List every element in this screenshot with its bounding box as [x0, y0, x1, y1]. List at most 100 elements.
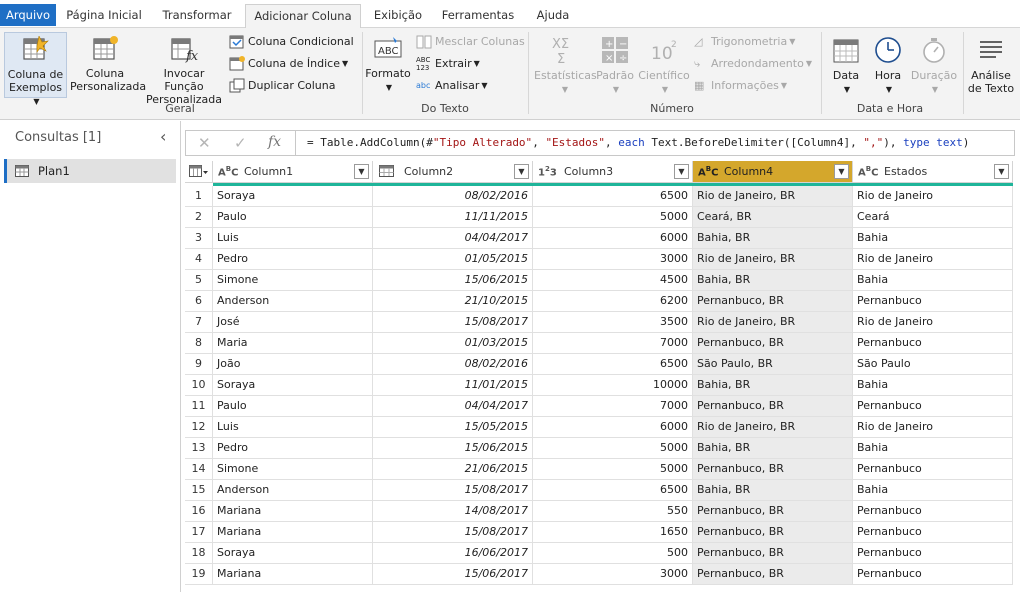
- cell-column2[interactable]: 21/06/2015: [373, 459, 533, 480]
- hora-button[interactable]: Hora ▼: [869, 32, 907, 96]
- cell-column2[interactable]: 14/08/2017: [373, 501, 533, 522]
- column-header-estados[interactable]: ABC Estados ▼: [853, 161, 1013, 183]
- cell-column4[interactable]: São Paulo, BR: [693, 354, 853, 375]
- cell-column1[interactable]: Mariana: [213, 522, 373, 543]
- row-number[interactable]: 9: [185, 354, 213, 375]
- cell-column3[interactable]: 7000: [533, 333, 693, 354]
- data-button[interactable]: Data ▼: [827, 32, 865, 96]
- table-menu-button[interactable]: [185, 161, 213, 183]
- cell-column1[interactable]: Paulo: [213, 207, 373, 228]
- row-number[interactable]: 3: [185, 228, 213, 249]
- cell-column1[interactable]: Simone: [213, 459, 373, 480]
- cell-column3[interactable]: 500: [533, 543, 693, 564]
- trigonometria-button[interactable]: ◿ Trigonometria ▼: [694, 32, 795, 52]
- cell-column3[interactable]: 3500: [533, 312, 693, 333]
- row-number[interactable]: 14: [185, 459, 213, 480]
- mesclar-colunas-button[interactable]: Mesclar Colunas: [416, 32, 525, 52]
- cell-column4[interactable]: Pernanbuco, BR: [693, 522, 853, 543]
- cell-column3[interactable]: 550: [533, 501, 693, 522]
- cancel-icon[interactable]: ✕: [198, 134, 211, 152]
- cell-column3[interactable]: 6200: [533, 291, 693, 312]
- column-header-column3[interactable]: 123 Column3 ▼: [533, 161, 693, 183]
- cientifico-button[interactable]: 10 2 Científico ▼: [637, 32, 691, 96]
- analise-de-texto-button[interactable]: Análise de Texto: [967, 32, 1015, 95]
- cell-column4[interactable]: Pernanbuco, BR: [693, 333, 853, 354]
- cell-column2[interactable]: 08/02/2016: [373, 354, 533, 375]
- cell-column2[interactable]: 08/02/2016: [373, 186, 533, 207]
- cell-column4[interactable]: Rio de Janeiro, BR: [693, 249, 853, 270]
- cell-estados[interactable]: Rio de Janeiro: [853, 417, 1013, 438]
- arredondamento-button[interactable]: ⤷ Arredondamento ▼: [694, 54, 812, 74]
- filter-dropdown-icon[interactable]: ▼: [994, 164, 1009, 179]
- cell-column1[interactable]: Maria: [213, 333, 373, 354]
- cell-column1[interactable]: João: [213, 354, 373, 375]
- cell-column4[interactable]: Bahia, BR: [693, 375, 853, 396]
- cell-column1[interactable]: Mariana: [213, 501, 373, 522]
- cell-column4[interactable]: Pernanbuco, BR: [693, 543, 853, 564]
- cell-estados[interactable]: Pernanbuco: [853, 333, 1013, 354]
- column-header-column4[interactable]: ABC Column4 ▼: [693, 161, 853, 183]
- duracao-button[interactable]: Duração ▼: [909, 32, 959, 96]
- cell-column2[interactable]: 11/11/2015: [373, 207, 533, 228]
- cell-estados[interactable]: Rio de Janeiro: [853, 249, 1013, 270]
- cell-column1[interactable]: Soraya: [213, 186, 373, 207]
- cell-estados[interactable]: Rio de Janeiro: [853, 312, 1013, 333]
- row-number[interactable]: 13: [185, 438, 213, 459]
- cell-column1[interactable]: Soraya: [213, 543, 373, 564]
- cell-column2[interactable]: 04/04/2017: [373, 228, 533, 249]
- cell-column1[interactable]: Pedro: [213, 249, 373, 270]
- padrao-button[interactable]: + − × ÷ Padrão ▼: [594, 32, 636, 96]
- cell-column4[interactable]: Bahia, BR: [693, 270, 853, 291]
- cell-column4[interactable]: Rio de Janeiro, BR: [693, 417, 853, 438]
- cell-column1[interactable]: Anderson: [213, 291, 373, 312]
- coluna-de-indice-button[interactable]: Coluna de Índice ▼: [229, 54, 348, 74]
- tab-adicionar-coluna[interactable]: Adicionar Coluna: [245, 4, 361, 29]
- cell-estados[interactable]: Pernanbuco: [853, 459, 1013, 480]
- cell-estados[interactable]: Pernanbuco: [853, 522, 1013, 543]
- filter-dropdown-icon[interactable]: ▼: [834, 164, 849, 179]
- cell-column4[interactable]: Bahia, BR: [693, 438, 853, 459]
- cell-column2[interactable]: 15/08/2017: [373, 480, 533, 501]
- cell-column2[interactable]: 15/08/2017: [373, 522, 533, 543]
- tab-ferramentas[interactable]: Ferramentas: [435, 4, 521, 28]
- informacoes-button[interactable]: ▦ Informações ▼: [694, 76, 787, 96]
- cell-column4[interactable]: Pernanbuco, BR: [693, 459, 853, 480]
- cell-column4[interactable]: Pernanbuco, BR: [693, 396, 853, 417]
- column-header-column1[interactable]: ABC Column1 ▼: [213, 161, 373, 183]
- coluna-personalizada-button[interactable]: Coluna Personalizada: [70, 32, 146, 93]
- cell-column1[interactable]: Mariana: [213, 564, 373, 585]
- row-number[interactable]: 2: [185, 207, 213, 228]
- row-number[interactable]: 8: [185, 333, 213, 354]
- cell-column2[interactable]: 15/06/2015: [373, 270, 533, 291]
- row-number[interactable]: 5: [185, 270, 213, 291]
- function-fx-icon[interactable]: fx: [268, 134, 281, 150]
- filter-dropdown-icon[interactable]: ▼: [514, 164, 529, 179]
- cell-estados[interactable]: Pernanbuco: [853, 564, 1013, 585]
- cell-column1[interactable]: Simone: [213, 270, 373, 291]
- row-number[interactable]: 7: [185, 312, 213, 333]
- cell-column1[interactable]: Soraya: [213, 375, 373, 396]
- cell-estados[interactable]: Pernanbuco: [853, 396, 1013, 417]
- cell-estados[interactable]: Pernanbuco: [853, 543, 1013, 564]
- cell-estados[interactable]: Pernanbuco: [853, 501, 1013, 522]
- row-number[interactable]: 19: [185, 564, 213, 585]
- cell-column3[interactable]: 6500: [533, 186, 693, 207]
- cell-column3[interactable]: 6000: [533, 228, 693, 249]
- cell-column1[interactable]: José: [213, 312, 373, 333]
- row-number[interactable]: 4: [185, 249, 213, 270]
- cell-column1[interactable]: Paulo: [213, 396, 373, 417]
- row-number[interactable]: 11: [185, 396, 213, 417]
- formula-input[interactable]: = Table.AddColumn(#"Tipo Alterado", "Est…: [307, 136, 969, 149]
- cell-column3[interactable]: 4500: [533, 270, 693, 291]
- analisar-button[interactable]: abc Analisar ▼: [416, 76, 488, 96]
- cell-column4[interactable]: Pernanbuco, BR: [693, 291, 853, 312]
- invocar-funcao-button[interactable]: fx Invocar Função Personalizada: [144, 32, 224, 106]
- cell-column2[interactable]: 01/05/2015: [373, 249, 533, 270]
- query-item-plan1[interactable]: Plan1: [4, 159, 176, 183]
- cell-column2[interactable]: 15/06/2017: [373, 564, 533, 585]
- cell-column1[interactable]: Anderson: [213, 480, 373, 501]
- cell-column2[interactable]: 01/03/2015: [373, 333, 533, 354]
- tab-arquivo[interactable]: Arquivo: [0, 4, 56, 26]
- formato-button[interactable]: ABC Formato ▼: [365, 32, 411, 94]
- cell-column3[interactable]: 3000: [533, 249, 693, 270]
